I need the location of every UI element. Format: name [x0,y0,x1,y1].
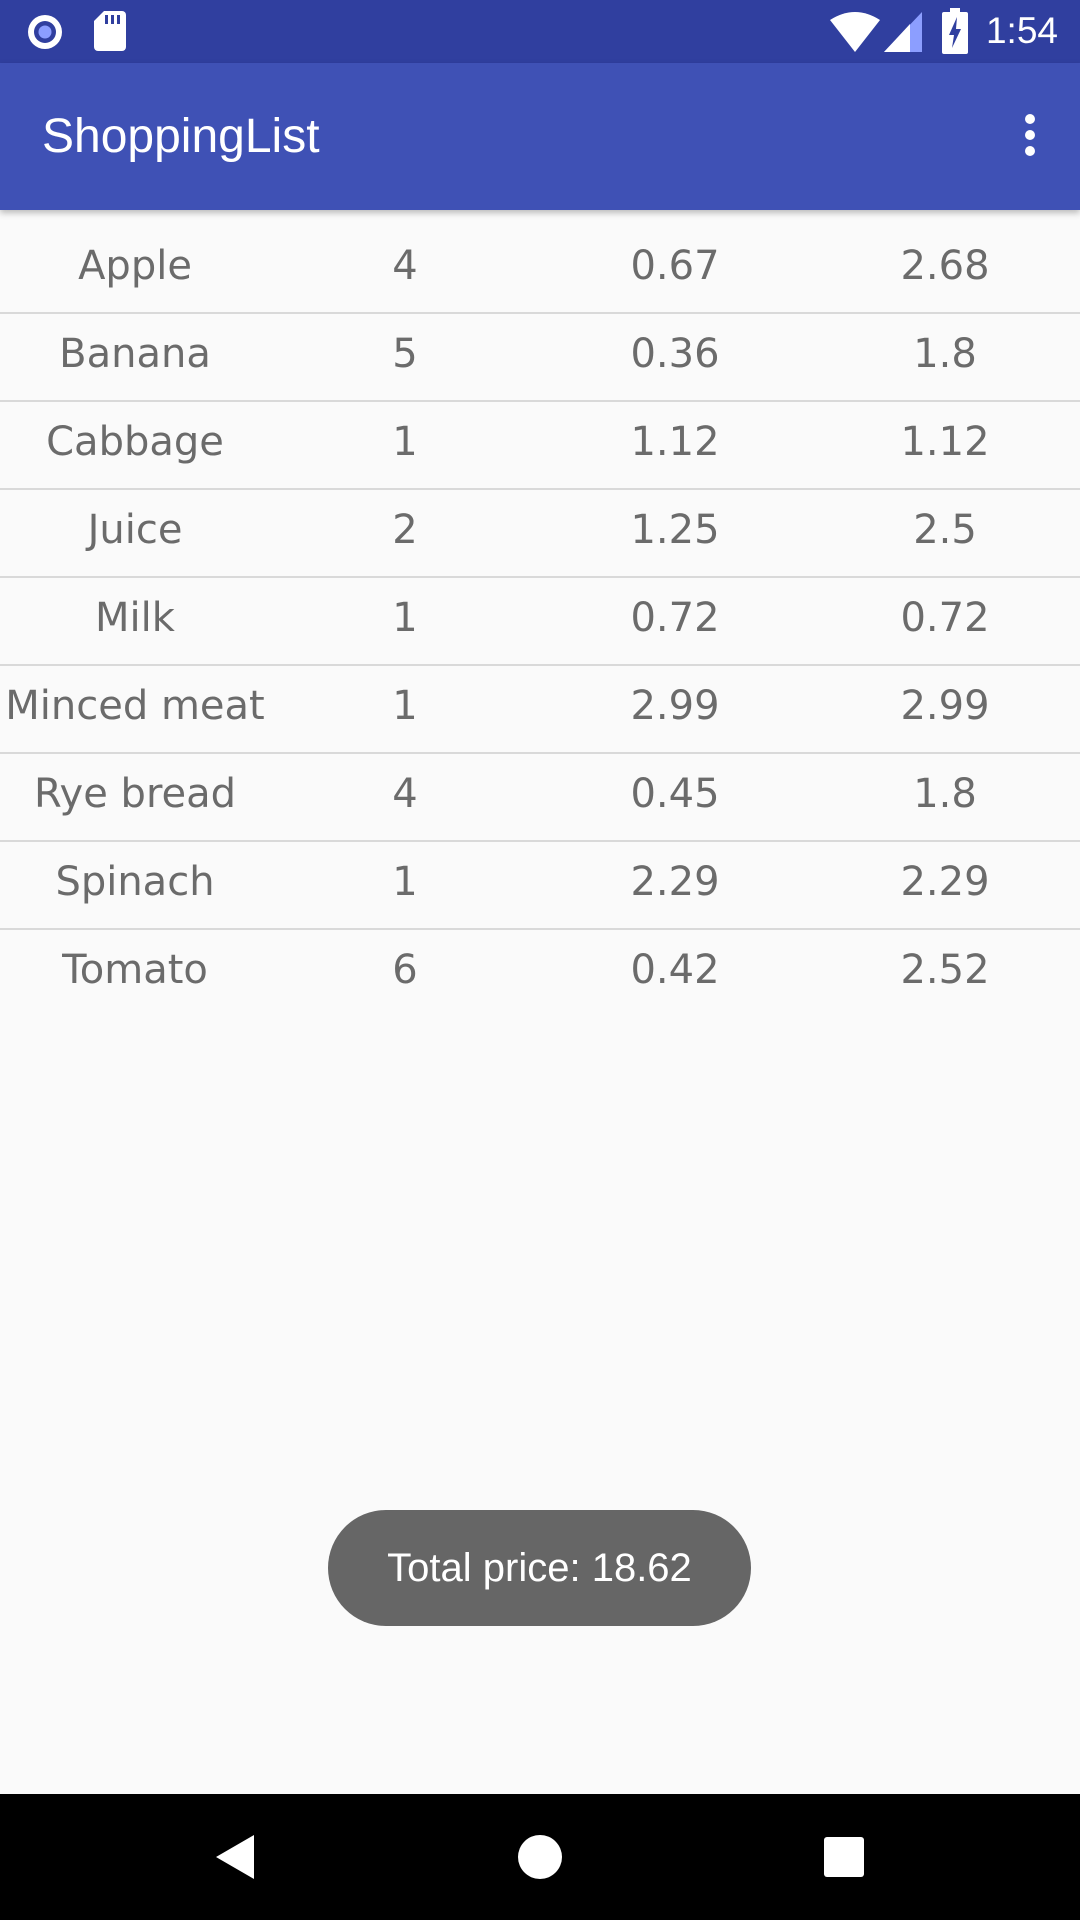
list-item[interactable]: Banana 5 0.36 1.8 [0,314,1080,402]
item-total: 1.8 [913,771,977,817]
item-unit-price: 0.67 [630,243,720,289]
more-vert-icon[interactable] [994,99,1066,171]
item-total: 2.52 [900,947,990,993]
list-item[interactable]: Apple 4 0.67 2.68 [0,226,1080,314]
item-total: 2.99 [900,683,990,729]
item-name: Juice [87,507,183,553]
item-quantity: 1 [392,683,418,729]
item-total: 1.8 [913,331,977,377]
item-name: Milk [95,595,175,641]
item-unit-price: 1.12 [630,419,720,465]
item-name: Apple [78,243,192,289]
app-bar: ShoppingList [0,63,1080,210]
item-quantity: 6 [392,947,418,993]
item-total: 1.12 [900,419,990,465]
cellular-icon [884,12,922,52]
list-item[interactable]: Rye bread 4 0.45 1.8 [0,754,1080,842]
sd-card-icon [94,11,126,51]
item-unit-price: 2.99 [630,683,720,729]
item-quantity: 4 [392,771,418,817]
item-unit-price: 0.45 [630,771,720,817]
circle-icon [28,15,62,49]
item-total: 0.72 [900,595,990,641]
item-quantity: 4 [392,243,418,289]
shopping-list: Apple 4 0.67 2.68 Banana 5 0.36 1.8 Cabb… [0,226,1080,1016]
item-quantity: 2 [392,507,418,553]
item-quantity: 5 [392,331,418,377]
item-unit-price: 2.29 [630,859,720,905]
status-bar: 1:54 [0,0,1080,63]
app-title: ShoppingList [42,110,320,163]
recents-icon[interactable] [804,1817,884,1897]
item-name: Minced meat [5,683,265,729]
list-item[interactable]: Tomato 6 0.42 2.52 [0,930,1080,1016]
list-item[interactable]: Milk 1 0.72 0.72 [0,578,1080,666]
item-unit-price: 0.36 [630,331,720,377]
status-time: 1:54 [985,10,1058,51]
item-unit-price: 1.25 [630,507,720,553]
item-total: 2.68 [900,243,990,289]
list-item[interactable]: Cabbage 1 1.12 1.12 [0,402,1080,490]
home-icon[interactable] [500,1817,580,1897]
item-unit-price: 0.72 [630,595,720,641]
item-name: Cabbage [46,419,224,465]
item-name: Banana [59,331,211,377]
item-unit-price: 0.42 [630,947,720,993]
item-quantity: 1 [392,595,418,641]
item-name: Rye bread [33,771,237,817]
list-item[interactable]: Juice 2 1.25 2.5 [0,490,1080,578]
total-price-toast: Total price: 18.62 [328,1510,751,1626]
list-item[interactable]: Minced meat 1 2.99 2.99 [0,666,1080,754]
item-total: 2.29 [900,859,990,905]
item-name: Spinach [55,859,215,905]
navigation-bar [0,1794,1080,1920]
item-quantity: 1 [392,419,418,465]
list-item[interactable]: Spinach 1 2.29 2.29 [0,842,1080,930]
item-name: Tomato [62,947,208,993]
back-icon[interactable] [196,1817,276,1897]
item-total: 2.5 [913,507,977,553]
item-quantity: 1 [392,859,418,905]
wifi-icon [830,12,880,52]
battery-charging-icon [942,8,968,54]
